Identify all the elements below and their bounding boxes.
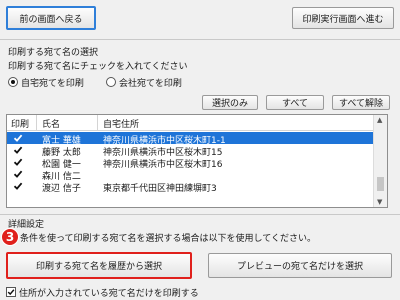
row-checkbox[interactable]: [13, 169, 23, 179]
table-row[interactable]: 富士 華雄 神奈川県横浜市中区桜木町1-1: [7, 132, 374, 146]
check-icon: [13, 134, 23, 142]
list-scrollbar[interactable]: ▲ ▼: [373, 115, 387, 207]
select-from-history-button[interactable]: 印刷する宛て名を履歴から選択: [6, 252, 192, 279]
selection-instruction: 印刷する宛て名にチェックを入れてください: [8, 62, 188, 72]
check-icon: [13, 182, 23, 190]
address-only-label[interactable]: 住所が入力されている宛て名だけを印刷する: [19, 286, 199, 299]
check-icon: [13, 170, 23, 178]
table-row[interactable]: 松園 健一 神奈川県横浜市中区桜木町16: [7, 156, 374, 170]
row-checkbox[interactable]: [13, 145, 23, 155]
check-icon: [7, 289, 15, 296]
table-row[interactable]: 森川 信二: [7, 168, 374, 182]
address-list[interactable]: 印刷 氏名 自宅住所 富士 華雄 神奈川県横浜市中区桜木町1-1 藤野 太郎 神奈川県…: [6, 114, 388, 208]
scroll-up-icon[interactable]: ▲: [377, 116, 382, 124]
select-all-button[interactable]: すべて: [266, 95, 324, 110]
details-note: 条件を使って印刷する宛て名を選択する場合は以下を使用してください。: [20, 234, 317, 244]
row-name: 渡辺 信子: [42, 184, 81, 194]
radio-company-label[interactable]: 会社宛てを印刷: [119, 76, 182, 89]
check-icon: [13, 146, 23, 154]
row-checkbox[interactable]: [13, 133, 23, 143]
clear-all-button[interactable]: すべて解除: [332, 95, 390, 110]
row-checkbox[interactable]: [13, 181, 23, 191]
scroll-down-icon[interactable]: ▼: [377, 198, 382, 206]
next-button[interactable]: 印刷実行画面へ進む: [292, 7, 394, 29]
radio-company-address[interactable]: [106, 77, 116, 87]
check-icon: [13, 158, 23, 166]
column-separator: [97, 115, 98, 131]
row-address: 東京都千代田区神田練塀町3: [103, 184, 217, 194]
table-row[interactable]: 渡辺 信子 東京都千代田区神田練塀町3: [7, 180, 374, 194]
divider: [0, 214, 400, 215]
selection-title: 印刷する宛て名の選択: [8, 48, 99, 58]
row-checkbox[interactable]: [13, 157, 23, 167]
column-header-name[interactable]: 氏名: [42, 117, 60, 130]
divider: [0, 39, 400, 40]
column-header-print[interactable]: 印刷: [11, 117, 29, 130]
select-preview-button[interactable]: プレビューの宛て名だけを選択: [208, 253, 392, 278]
table-row[interactable]: 藤野 太郎 神奈川県横浜市中区桜木町15: [7, 144, 374, 158]
radio-home-label[interactable]: 自宅宛てを印刷: [21, 76, 84, 89]
column-separator: [36, 115, 37, 131]
address-only-checkbox[interactable]: [6, 287, 16, 297]
back-button[interactable]: 前の画面へ戻る: [6, 6, 96, 30]
list-header: 印刷 氏名 自宅住所: [7, 115, 374, 131]
column-header-address[interactable]: 自宅住所: [103, 117, 139, 130]
select-only-button[interactable]: 選択のみ: [202, 95, 258, 110]
step-number-badge: 3: [1, 228, 19, 246]
scroll-thumb[interactable]: [377, 177, 384, 191]
radio-home-address[interactable]: [8, 77, 18, 87]
